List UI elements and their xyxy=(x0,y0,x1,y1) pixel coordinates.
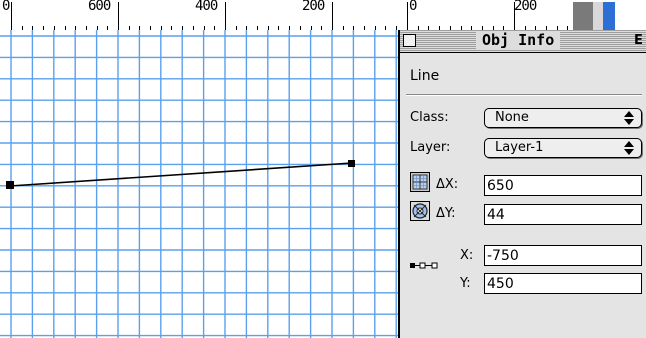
ruler-label-0: 0 xyxy=(2,0,11,14)
target-icon[interactable] xyxy=(410,201,430,221)
class-label: Class: xyxy=(410,110,449,125)
horizontal-ruler: 0 600 400 200 xyxy=(0,0,398,30)
layer-label: Layer: xyxy=(410,140,451,155)
line-endpoint-end[interactable] xyxy=(348,160,355,167)
ruler-label-200: 200 xyxy=(302,0,325,14)
line-object[interactable] xyxy=(9,162,353,187)
ruler-right-label-200: 200 xyxy=(514,0,537,14)
layer-value: Layer-1 xyxy=(495,140,544,155)
layer-popup[interactable]: Layer-1 xyxy=(484,138,642,158)
y-label: Y: xyxy=(460,276,471,291)
class-value: None xyxy=(495,110,529,125)
window-edge xyxy=(603,2,615,30)
delta-y-label: ΔY: xyxy=(436,206,456,221)
ruler-tick xyxy=(118,2,119,30)
divider xyxy=(406,94,642,96)
scroll-track xyxy=(573,2,593,30)
delta-y-field[interactable] xyxy=(484,204,642,225)
scroll-track-light xyxy=(593,2,603,30)
delta-x-field[interactable] xyxy=(484,175,642,196)
obj-info-palette: Obj Info E Line Class: None Layer: Layer… xyxy=(398,30,646,338)
grid-icon[interactable] xyxy=(410,172,430,192)
ruler-tick xyxy=(514,2,515,30)
x-field[interactable] xyxy=(484,245,642,266)
ruler-tick xyxy=(332,2,333,30)
drawing-canvas[interactable]: 0 600 400 200 xyxy=(0,0,398,338)
close-box-icon[interactable] xyxy=(403,34,416,47)
object-type-label: Line xyxy=(410,68,440,84)
grid-lines xyxy=(0,30,398,338)
y-field[interactable] xyxy=(484,273,642,294)
palette-titlebar[interactable]: Obj Info E xyxy=(400,30,646,53)
ruler-tick xyxy=(225,2,226,30)
ruler-tick xyxy=(407,2,408,30)
up-down-arrows-icon xyxy=(624,141,634,155)
palette-title: Obj Info xyxy=(476,31,561,49)
grid xyxy=(0,30,398,338)
x-label: X: xyxy=(460,248,474,263)
ruler-right-label-0: 0 xyxy=(409,0,418,14)
line-endpoints-icon xyxy=(410,262,438,269)
ruler-label-400: 400 xyxy=(195,0,218,14)
delta-x-label: ΔX: xyxy=(436,177,459,192)
up-down-arrows-icon xyxy=(624,111,634,125)
ruler-label-600: 600 xyxy=(88,0,111,14)
class-popup[interactable]: None xyxy=(484,108,642,128)
secondary-ruler: 0 200 xyxy=(398,0,646,30)
ruler-tick xyxy=(11,2,12,30)
collapse-box-icon[interactable]: E xyxy=(634,32,646,49)
line-endpoint-start[interactable] xyxy=(6,181,14,189)
